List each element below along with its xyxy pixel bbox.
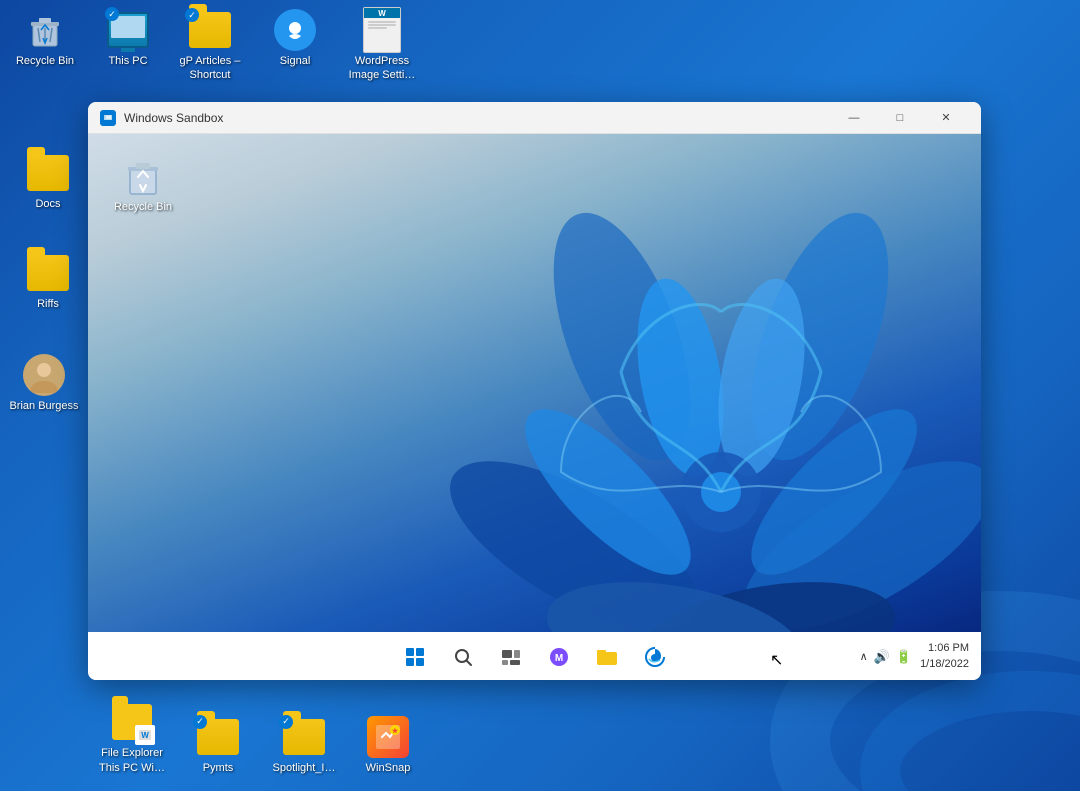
desktop-icon-brian-burgess[interactable]: Brian Burgess [0, 350, 88, 417]
signal-label: Signal [280, 54, 311, 68]
window-title: Windows Sandbox [124, 111, 831, 125]
desktop-icon-spotlight[interactable]: ✓ Spotlight_I… [260, 712, 348, 779]
file-explorer-label: File ExplorerThis PC Wi… [99, 746, 165, 775]
close-button[interactable]: ✕ [923, 102, 969, 134]
mouse-cursor: ↖ [770, 650, 783, 670]
signal-icon [274, 9, 316, 51]
riffs-folder-icon [27, 252, 69, 294]
chevron-up-icon[interactable]: ∧ [860, 650, 868, 663]
this-pc-label: This PC [108, 54, 147, 68]
desktop-icon-signal[interactable]: Signal [255, 5, 335, 72]
sandbox-recycle-bin-label: Recycle Bin [114, 201, 172, 213]
maximize-button[interactable]: □ [877, 102, 923, 134]
desktop-icon-wordpress[interactable]: W WordPress Image Setti… [338, 5, 426, 87]
desktop-icon-winsnap[interactable]: ★ WinSnap [348, 712, 428, 779]
gp-articles-label: gP Articles – Shortcut [174, 54, 246, 83]
minimize-button[interactable]: — [831, 102, 877, 134]
taskbar-center-icons: M [395, 637, 675, 677]
pymts-label: Pymts [203, 761, 234, 775]
search-button[interactable] [443, 637, 483, 677]
taskbar-date-display: 1/18/2022 [920, 657, 969, 672]
winsnap-icon: ★ [367, 716, 409, 758]
docs-label: Docs [35, 197, 60, 211]
edge-button[interactable] [635, 637, 675, 677]
desktop-icon-docs[interactable]: Docs [8, 148, 88, 215]
svg-text:M: M [554, 653, 562, 664]
sandbox-content: Recycle Bin [88, 134, 981, 632]
window-titlebar: Windows Sandbox — □ ✕ [88, 102, 981, 134]
recycle-bin-label: Recycle Bin [16, 54, 74, 68]
this-pc-icon: ✓ [107, 9, 149, 51]
recycle-bin-icon [24, 9, 66, 51]
sandbox-window: Windows Sandbox — □ ✕ [88, 102, 981, 680]
taskbar-right: ∧ 🔊 🔋 1:06 PM 1/18/2022 [860, 641, 969, 672]
wordpress-label: WordPress Image Setti… [342, 54, 422, 83]
file-explorer-taskbar-button[interactable] [587, 637, 627, 677]
file-explorer-icon: W [111, 701, 153, 743]
desktop-icon-this-pc[interactable]: ✓ This PC [88, 5, 168, 72]
spotlight-icon: ✓ [283, 716, 325, 758]
riffs-label: Riffs [37, 297, 59, 311]
system-tray-icons: ∧ 🔊 🔋 [860, 649, 912, 665]
desktop-icon-gp-articles[interactable]: ✓ gP Articles – Shortcut [170, 5, 250, 87]
window-controls: — □ ✕ [831, 102, 969, 134]
desktop-icon-pymts[interactable]: ✓ Pymts [178, 712, 258, 779]
sandbox-title-icon [100, 110, 116, 126]
sandbox-recycle-bin[interactable]: Recycle Bin [108, 154, 178, 213]
task-view-button[interactable] [491, 637, 531, 677]
svg-text:★: ★ [392, 727, 399, 735]
gp-articles-icon: ✓ [189, 9, 231, 51]
start-button[interactable] [395, 637, 435, 677]
docs-folder-icon [27, 152, 69, 194]
wordpress-icon: W [361, 9, 403, 51]
win11-bloom [421, 134, 981, 632]
sandbox-taskbar: M ∧ 🔊 [88, 632, 981, 680]
desktop-icon-riffs[interactable]: Riffs [8, 248, 88, 315]
volume-icon[interactable]: 🔊 [874, 649, 890, 665]
brian-burgess-label: Brian Burgess [9, 399, 78, 413]
pymts-icon: ✓ [197, 716, 239, 758]
teams-button[interactable]: M [539, 637, 579, 677]
spotlight-label: Spotlight_I… [273, 761, 336, 775]
battery-icon[interactable]: 🔋 [896, 649, 912, 665]
brian-burgess-icon [23, 354, 65, 396]
desktop-icon-file-explorer[interactable]: W File ExplorerThis PC Wi… [88, 697, 176, 779]
svg-text:W: W [141, 731, 149, 740]
winsnap-label: WinSnap [366, 761, 411, 775]
taskbar-datetime[interactable]: 1:06 PM 1/18/2022 [920, 641, 969, 672]
desktop-icon-recycle-bin[interactable]: Recycle Bin [5, 5, 85, 72]
taskbar-time-display: 1:06 PM [920, 641, 969, 656]
